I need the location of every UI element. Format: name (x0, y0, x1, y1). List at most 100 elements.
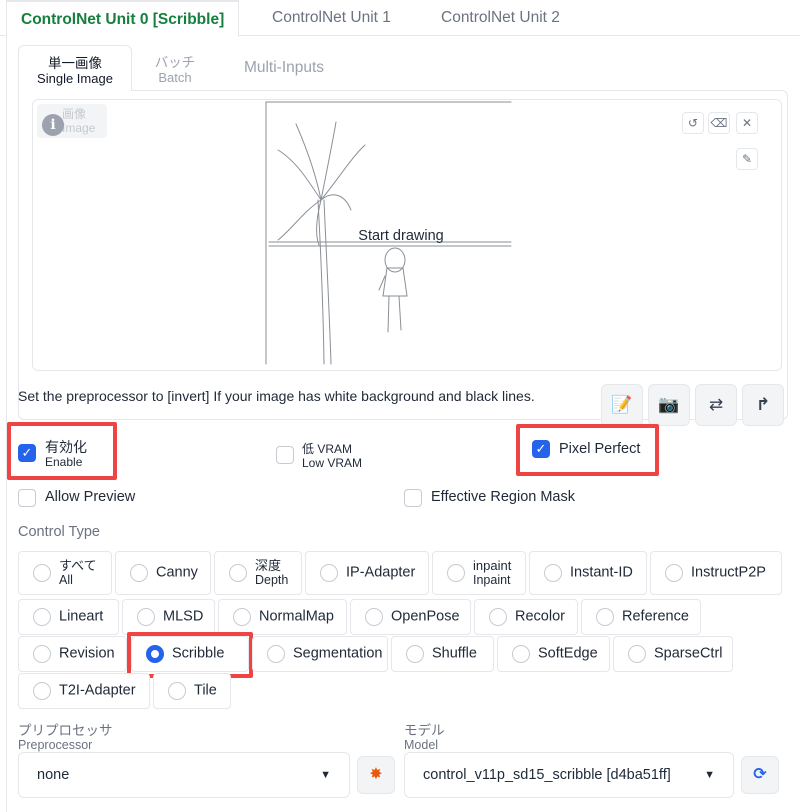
radio-label: Lineart (59, 608, 104, 625)
input-mode-tabs: 単一画像 Single Image バッチ Batch Multi-Inputs (18, 45, 800, 91)
undo-icon[interactable]: ↺ (682, 112, 704, 134)
allow-preview-label: Allow Preview (45, 489, 136, 505)
tab-single-image[interactable]: 単一画像 Single Image (18, 45, 132, 91)
radio-instructp2p[interactable]: InstructP2P (650, 551, 782, 595)
effective-region-mask-label: Effective Region Mask (431, 489, 575, 505)
radio-button[interactable] (512, 645, 530, 663)
radio-label: Instant-ID (570, 564, 633, 581)
preprocessor-hint: Set the preprocessor to [invert] If your… (18, 388, 535, 404)
radio-button[interactable] (365, 608, 383, 626)
radio-tile[interactable]: Tile (153, 673, 231, 709)
enable-label: 有効化 Enable (45, 439, 87, 469)
radio-button[interactable] (233, 608, 251, 626)
allow-preview-checkbox[interactable] (18, 489, 36, 507)
edit-icon[interactable]: 📝 (601, 384, 643, 426)
radio-label: Recolor (515, 608, 565, 625)
radio-mlsd[interactable]: MLSD (122, 599, 215, 635)
radio-label: Revision (59, 645, 115, 662)
drawing-canvas[interactable]: Start drawing (32, 99, 782, 371)
radio-button[interactable] (229, 564, 247, 582)
camera-icon[interactable]: 📷 (648, 384, 690, 426)
radio-label: Shuffle (432, 645, 477, 662)
radio-button[interactable] (596, 608, 614, 626)
tab-unit-2[interactable]: ControlNet Unit 2 (441, 0, 560, 36)
radio-canny[interactable]: Canny (115, 551, 211, 595)
explosion-icon[interactable]: ✸ (357, 756, 395, 794)
radio-label: MLSD (163, 608, 204, 625)
radio-button[interactable] (146, 645, 164, 663)
swap-icon[interactable]: ⇄ (695, 384, 737, 426)
radio-ip-adapter[interactable]: IP-Adapter (305, 551, 429, 595)
radio-all[interactable]: すべて All (18, 551, 112, 595)
tab-batch[interactable]: バッチ Batch (142, 45, 208, 91)
radio-reference[interactable]: Reference (581, 599, 701, 635)
radio-label: OpenPose (391, 608, 460, 625)
pixel-perfect-label: Pixel Perfect (559, 441, 641, 457)
radio-inpaint[interactable]: inpaint Inpaint (432, 551, 526, 595)
info-icon[interactable]: i (42, 114, 64, 136)
radio-sparsectrl[interactable]: SparseCtrl (613, 636, 733, 672)
radio-label: SoftEdge (538, 645, 598, 662)
radio-revision[interactable]: Revision (18, 636, 127, 672)
control-type-label: Control Type (18, 524, 100, 540)
radio-button[interactable] (33, 564, 51, 582)
radio-label: Canny (156, 564, 198, 581)
low-vram-checkbox[interactable] (276, 446, 294, 464)
upload-icon[interactable]: ↱ (742, 384, 784, 426)
radio-label: SparseCtrl (654, 645, 723, 662)
radio-segmentation[interactable]: Segmentation (252, 636, 388, 672)
brush-icon[interactable]: ✎ (736, 148, 758, 170)
radio-label: inpaint Inpaint (473, 558, 512, 587)
radio-label: NormalMap (259, 608, 334, 625)
radio-label: Tile (194, 682, 217, 699)
enable-checkbox[interactable]: ✓ (18, 444, 36, 462)
radio-recolor[interactable]: Recolor (474, 599, 578, 635)
radio-t2i-adapter[interactable]: T2I-Adapter (18, 673, 150, 709)
chevron-down-icon: ▼ (320, 769, 331, 781)
radio-instant-id[interactable]: Instant-ID (529, 551, 647, 595)
close-icon[interactable]: ✕ (736, 112, 758, 134)
preprocessor-label: プリプロセッサ Preprocessor (18, 723, 113, 753)
radio-lineart[interactable]: Lineart (18, 599, 119, 635)
chevron-down-icon: ▼ (704, 769, 715, 781)
radio-label: T2I-Adapter (59, 682, 136, 699)
radio-button[interactable] (447, 564, 465, 582)
unit-tab-bar: ControlNet Unit 0 [Scribble] ControlNet … (0, 0, 800, 37)
tab-unit-1[interactable]: ControlNet Unit 1 (272, 0, 391, 36)
radio-button[interactable] (628, 645, 646, 663)
radio-label: Reference (622, 608, 689, 625)
radio-openpose[interactable]: OpenPose (350, 599, 471, 635)
radio-button[interactable] (665, 564, 683, 582)
radio-depth[interactable]: 深度 Depth (214, 551, 302, 595)
pixel-perfect-checkbox[interactable]: ✓ (532, 440, 550, 458)
radio-label: InstructP2P (691, 564, 766, 581)
model-select[interactable]: control_v11p_sd15_scribble [d4ba51ff] ▼ (404, 752, 734, 798)
tab-unit-0[interactable]: ControlNet Unit 0 [Scribble] (6, 0, 240, 37)
radio-button[interactable] (33, 645, 51, 663)
radio-button[interactable] (33, 608, 51, 626)
radio-scribble[interactable]: Scribble (131, 636, 249, 672)
radio-button[interactable] (544, 564, 562, 582)
tab-multi-inputs[interactable]: Multi-Inputs (224, 45, 344, 91)
radio-label: Segmentation (293, 645, 383, 662)
canvas-placeholder: Start drawing (358, 228, 444, 244)
radio-button[interactable] (168, 682, 186, 700)
radio-button[interactable] (137, 608, 155, 626)
radio-button[interactable] (130, 564, 148, 582)
radio-button[interactable] (267, 645, 285, 663)
model-label: モデル Model (404, 723, 445, 753)
refresh-icon[interactable]: ⟳ (741, 756, 779, 794)
eraser-icon[interactable]: ⌫ (708, 112, 730, 134)
effective-region-mask-checkbox[interactable] (404, 489, 422, 507)
radio-shuffle[interactable]: Shuffle (391, 636, 494, 672)
radio-normalmap[interactable]: NormalMap (218, 599, 347, 635)
low-vram-label: 低 VRAM Low VRAM (302, 442, 363, 470)
radio-button[interactable] (406, 645, 424, 663)
radio-button[interactable] (320, 564, 338, 582)
radio-button[interactable] (489, 608, 507, 626)
preprocessor-select[interactable]: none ▼ (18, 752, 350, 798)
radio-label: IP-Adapter (346, 564, 416, 581)
radio-softedge[interactable]: SoftEdge (497, 636, 610, 672)
radio-button[interactable] (33, 682, 51, 700)
radio-label: すべて All (59, 558, 97, 587)
